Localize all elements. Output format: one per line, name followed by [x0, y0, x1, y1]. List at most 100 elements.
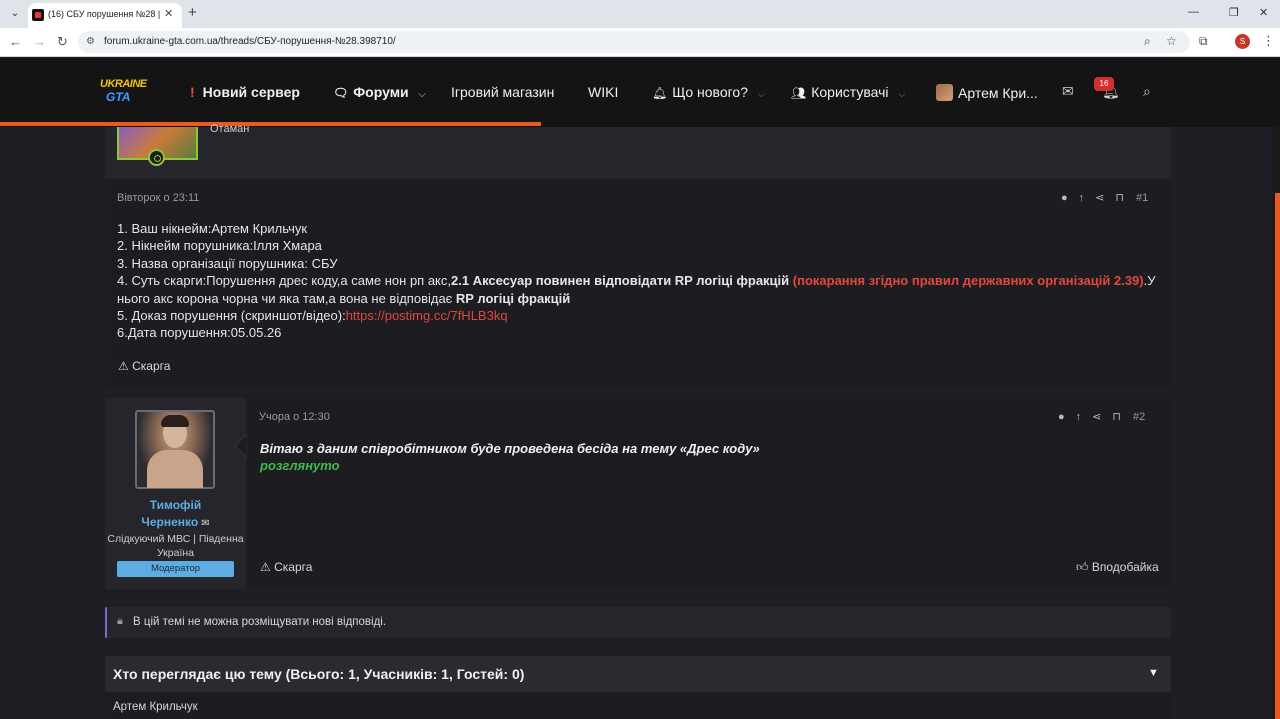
- post1-line: 3. Назва організації порушника: СБУ: [117, 255, 338, 271]
- online-status-icon: [148, 149, 165, 166]
- mail-icon[interactable]: ✉: [201, 518, 209, 529]
- post2-content: Вітаю з даним співробітником буде провед…: [260, 440, 760, 475]
- post2-date[interactable]: Учора о 12:30: [259, 411, 330, 423]
- post1-actions: ● ↑ ⋖ ⊓ #1: [1050, 191, 1148, 204]
- nav-new-server-label: Новий сервер: [202, 84, 300, 100]
- post1-line: 1. Ваш нікнейм:Артем Крильчук: [117, 221, 308, 236]
- extensions-icon[interactable]: ⧉: [1199, 34, 1208, 49]
- profile-avatar[interactable]: S: [1235, 34, 1250, 49]
- post2-arrow: [234, 434, 247, 458]
- thumbs-up-icon: 👍︎: [1076, 560, 1089, 574]
- post2-report-button[interactable]: ⚠ Скарга: [260, 560, 312, 574]
- nav-forums[interactable]: 🗨 Форуми ⌵: [333, 84, 426, 100]
- user-avatar: [936, 84, 953, 101]
- bookmark-icon[interactable]: ⊓: [1115, 192, 1124, 204]
- nav-new-server[interactable]: ! Новий сервер: [190, 84, 300, 100]
- post1-date[interactable]: Вівторок о 23:11: [117, 192, 199, 204]
- post2-status: розглянуто: [260, 458, 340, 474]
- browser-tabstrip: ⌄ (16) СБУ порушення №28 | UK ✕ + — ❐ ✕: [0, 0, 1280, 28]
- post2-author-name[interactable]: Тимофій Черненко ✉: [105, 497, 246, 532]
- browser-toolbar: ← → ↻ ⚙ forum.ukraine-gta.com.ua/threads…: [0, 28, 1280, 57]
- lock-icon: 🔒︎: [117, 615, 123, 627]
- nav-wiki[interactable]: WIKI: [588, 84, 618, 100]
- browser-tab[interactable]: (16) СБУ порушення №28 | UK ✕: [28, 3, 182, 28]
- post1-arrow: [145, 168, 167, 179]
- url-text[interactable]: forum.ukraine-gta.com.ua/threads/СБУ-пор…: [104, 36, 396, 47]
- inbox-icon[interactable]: ✉: [1062, 83, 1074, 100]
- logo-top-text: UKRAINE: [100, 78, 147, 90]
- address-bar[interactable]: ⚙ forum.ukraine-gta.com.ua/threads/СБУ-п…: [78, 31, 1190, 53]
- complaint-text: 4. Суть скарги:Порушення дрес коду,а сам…: [117, 273, 451, 289]
- like-button[interactable]: 👍︎ Вподобайка: [1076, 560, 1159, 575]
- nav-whats-new[interactable]: 🔔︎ Що нового? ⌵: [652, 84, 765, 100]
- browser-menu-icon[interactable]: ⋮: [1262, 33, 1275, 49]
- nav-forums-label: Форуми: [353, 84, 409, 100]
- scroll-up-icon[interactable]: ↑: [1076, 411, 1082, 423]
- post1-line: 2. Нікнейм порушника:Ілля Хмара: [117, 238, 322, 254]
- warning-icon: ⚠: [260, 560, 271, 574]
- nav-account-label: Артем Кри...: [958, 85, 1038, 101]
- post1-line-complaint: 4. Суть скарги:Порушення дрес коду,а сам…: [117, 272, 1157, 307]
- page-load-progress: [0, 122, 541, 126]
- nav-whats-new-label: Що нового?: [672, 84, 748, 100]
- nav-users[interactable]: 👥︎ Користувачі ⌵: [791, 84, 905, 100]
- warning-icon: ⚠: [118, 359, 129, 373]
- penalty-reference: (покарання згідно правил державних орган…: [789, 273, 1144, 289]
- chevron-down-icon[interactable]: ⌵: [419, 89, 426, 99]
- share-icon[interactable]: ⋖: [1095, 192, 1104, 204]
- page-scrollbar-thumb[interactable]: [1275, 193, 1280, 719]
- site-favicon-icon: [32, 9, 44, 21]
- restore-icon[interactable]: ❐: [1229, 6, 1239, 19]
- new-tab-icon[interactable]: +: [188, 4, 197, 21]
- tab-title: (16) СБУ порушення №28 | UK: [48, 9, 160, 19]
- chevron-down-icon[interactable]: ⌵: [899, 89, 906, 99]
- chevron-down-icon[interactable]: ⌵: [758, 89, 765, 99]
- users-icon: 👥︎: [791, 86, 807, 100]
- post1-number[interactable]: #1: [1136, 192, 1148, 204]
- nav-account[interactable]: Артем Кри...: [936, 84, 1038, 101]
- reaction-icon[interactable]: ●: [1058, 411, 1065, 423]
- nav-shop[interactable]: Ігровий магазин: [451, 84, 554, 100]
- thread-viewers-header[interactable]: Хто переглядає цю тему (Всього: 1, Учасн…: [105, 656, 1171, 692]
- forward-icon[interactable]: →: [33, 34, 46, 49]
- share-icon[interactable]: ⋖: [1092, 411, 1101, 423]
- search-icon[interactable]: ⌕: [1143, 83, 1151, 100]
- scroll-up-icon[interactable]: ↑: [1079, 192, 1085, 204]
- chat-icon: 🗨: [333, 86, 349, 100]
- post2-author-avatar[interactable]: [135, 410, 215, 489]
- bookmark-icon[interactable]: ⊓: [1112, 411, 1121, 423]
- evidence-label: 5. Доказ порушення (скриншот/відео):: [117, 308, 346, 324]
- alert-icon: !: [190, 84, 195, 100]
- zoom-icon[interactable]: ⌕: [1144, 34, 1151, 49]
- post2-body: [246, 398, 1171, 589]
- evidence-link[interactable]: https://postimg.cc/7fHLB3kq: [346, 308, 508, 323]
- post2-author-title: Слідкуючий МВС | Південна Україна: [107, 533, 244, 559]
- site-header: UKRAINE GTA ! Новий сервер 🗨 Форуми ⌵ Ігров…: [0, 58, 1280, 127]
- window-close-icon[interactable]: ✕: [1259, 6, 1268, 19]
- reload-icon[interactable]: ↻: [57, 34, 68, 50]
- author-last-name: Черненко: [141, 515, 199, 529]
- post1-report-button[interactable]: ⚠ Скарга: [118, 359, 170, 373]
- site-logo[interactable]: UKRAINE GTA: [96, 78, 152, 108]
- tab-close-icon[interactable]: ✕: [164, 7, 173, 20]
- post1-author-header: [105, 127, 1171, 179]
- bookmark-star-icon[interactable]: ☆: [1166, 34, 1177, 48]
- locked-notice-text: В цій темі не можна розміщувати нові від…: [133, 616, 387, 628]
- collapse-caret-icon[interactable]: ▼: [1148, 667, 1159, 679]
- post2-number[interactable]: #2: [1133, 411, 1145, 423]
- post1-line-evidence: 5. Доказ порушення (скриншот/відео):http…: [117, 307, 1157, 324]
- site-info-icon[interactable]: ⚙: [86, 36, 95, 47]
- post2-actions: ● ↑ ⋖ ⊓ #2: [1047, 410, 1145, 423]
- report-label: Скарга: [274, 560, 313, 574]
- avatar-figure-hair: [161, 415, 189, 427]
- thread-viewers-list: Артем Крильчук: [105, 692, 1171, 719]
- author-first-name: Тимофій: [149, 498, 202, 512]
- viewer-username[interactable]: Артем Крильчук: [113, 701, 198, 713]
- post2-message: Вітаю з даним співробітником буде провед…: [260, 441, 760, 456]
- minimize-icon[interactable]: —: [1188, 6, 1199, 18]
- reaction-icon[interactable]: ●: [1061, 192, 1068, 204]
- moderator-badge: Модератор: [117, 561, 234, 577]
- tab-search-icon[interactable]: ⌄: [6, 5, 24, 23]
- alerts-badge: 16: [1094, 77, 1114, 91]
- back-icon[interactable]: ←: [9, 34, 22, 49]
